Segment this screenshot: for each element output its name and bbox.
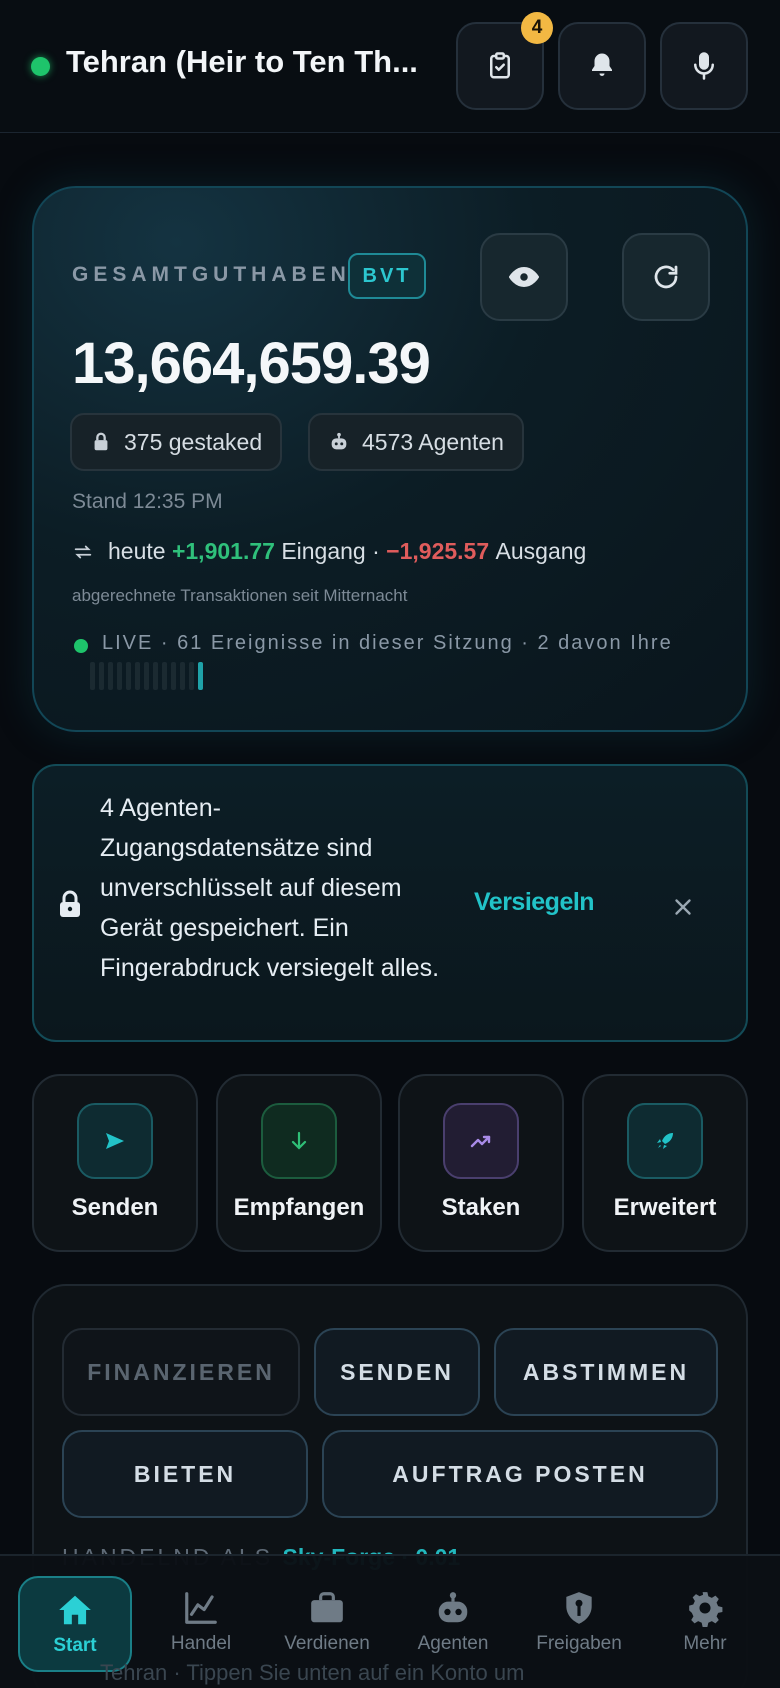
activity-sparkline bbox=[90, 662, 203, 690]
nav-label-start: Start bbox=[53, 1635, 97, 1656]
microphone-icon bbox=[694, 52, 714, 80]
refresh-icon bbox=[654, 265, 678, 289]
agents-chip[interactable]: 4573 Agenten bbox=[308, 413, 524, 471]
incoming-label: Eingang · bbox=[281, 538, 380, 564]
refresh-button[interactable] bbox=[622, 233, 710, 321]
clipboard-check-icon bbox=[490, 52, 510, 79]
agents-chip-label: 4573 Agenten bbox=[362, 428, 504, 455]
advanced-label: Erweitert bbox=[613, 1194, 717, 1221]
nav-label-approvals: Freigaben bbox=[536, 1633, 622, 1654]
send-icon bbox=[106, 1133, 124, 1149]
settled-note: abgerechnete Transaktionen seit Mitterna… bbox=[72, 586, 408, 605]
last-updated: Stand 12:35 PM bbox=[72, 490, 223, 513]
currency-pill[interactable]: BVT bbox=[348, 253, 426, 299]
fund-button[interactable]: FINANZIEREN bbox=[62, 1328, 300, 1416]
outgoing-amount: −1,925.57 bbox=[386, 538, 490, 564]
seal-button[interactable]: Versiegeln bbox=[474, 888, 595, 917]
obscured-footer-text: Tehran · Tippen Sie unten auf ein Konto … bbox=[100, 1660, 525, 1685]
stake-label: Staken bbox=[441, 1194, 521, 1221]
live-events-text: LIVE · 61 Ereignisse in dieser Sitzung ·… bbox=[102, 632, 673, 654]
total-balance-label: GESAMTGUTHABEN bbox=[72, 263, 351, 286]
lock-icon bbox=[60, 890, 80, 917]
vote-button[interactable]: ABSTIMMEN bbox=[494, 1328, 718, 1416]
receive-label: Empfangen bbox=[233, 1194, 365, 1221]
nav-label-earn: Verdienen bbox=[284, 1633, 370, 1654]
bell-icon bbox=[592, 53, 612, 76]
today-flow: heute +1,901.77 Eingang · −1,925.57 Ausg… bbox=[72, 538, 586, 565]
voice-button[interactable] bbox=[660, 22, 748, 110]
chart-line-icon bbox=[185, 1592, 217, 1624]
rocket-icon bbox=[657, 1133, 673, 1149]
nav-item-more[interactable]: Mehr bbox=[650, 1576, 760, 1668]
balance-amount: 13,664,659.39 bbox=[72, 331, 431, 396]
outgoing-label: Ausgang bbox=[495, 538, 587, 564]
stake-quick-action[interactable]: Staken bbox=[398, 1074, 564, 1252]
incoming-amount: +1,901.77 bbox=[171, 538, 275, 564]
nav-item-earn[interactable]: Verdienen bbox=[272, 1576, 382, 1668]
trending-up-icon bbox=[470, 1135, 491, 1148]
send-icon-tile bbox=[77, 1103, 153, 1179]
notifications-button[interactable] bbox=[558, 22, 646, 110]
staked-chip-label: 375 gestaked bbox=[124, 428, 263, 455]
online-status-dot bbox=[31, 57, 50, 76]
swap-arrows-icon bbox=[74, 545, 92, 558]
tasks-count-badge: 4 bbox=[521, 12, 553, 44]
briefcase-icon bbox=[311, 1592, 343, 1623]
gear-icon bbox=[689, 1592, 723, 1627]
robot-icon bbox=[331, 432, 347, 450]
security-warning-text: 4 Agenten-Zugangsdatensätze sind unversc… bbox=[100, 794, 440, 982]
post-order-button[interactable]: AUFTRAG POSTEN bbox=[322, 1430, 718, 1518]
send-action-button[interactable]: SENDEN bbox=[314, 1328, 480, 1416]
toggle-visibility-button[interactable] bbox=[480, 233, 568, 321]
balance-card: GESAMTGUTHABEN BVT 13,664,659.39 375 ges… bbox=[32, 186, 748, 732]
send-label: Senden bbox=[71, 1194, 159, 1221]
today-label: heute bbox=[108, 538, 166, 564]
nav-item-start[interactable]: Start bbox=[18, 1576, 132, 1672]
nav-item-approvals[interactable]: Freigaben bbox=[524, 1576, 634, 1668]
staked-chip[interactable]: 375 gestaked bbox=[70, 413, 283, 471]
close-icon[interactable] bbox=[670, 894, 696, 920]
arrow-down-icon bbox=[291, 1131, 307, 1150]
bid-button[interactable]: BIETEN bbox=[62, 1430, 308, 1518]
security-warning-banner: 4 Agenten-Zugangsdatensätze sind unversc… bbox=[32, 764, 748, 1042]
send-quick-action[interactable]: Senden bbox=[32, 1074, 198, 1252]
nav-label-agents: Agenten bbox=[417, 1633, 489, 1654]
nav-item-trade[interactable]: Handel bbox=[146, 1576, 256, 1668]
advanced-icon-tile bbox=[627, 1103, 703, 1179]
shield-key-icon bbox=[566, 1592, 592, 1624]
stake-icon-tile bbox=[443, 1103, 519, 1179]
nav-label-more: Mehr bbox=[683, 1633, 727, 1654]
top-bar: Tehran (Heir to Ten Th... 4 bbox=[0, 0, 780, 133]
receive-quick-action[interactable]: Empfangen bbox=[216, 1074, 382, 1252]
nav-label-trade: Handel bbox=[170, 1633, 232, 1654]
nav-item-agents[interactable]: Agenten bbox=[398, 1576, 508, 1668]
lock-icon bbox=[94, 432, 108, 451]
eye-icon bbox=[509, 266, 539, 288]
advanced-quick-action[interactable]: Erweitert bbox=[582, 1074, 748, 1252]
receive-icon-tile bbox=[261, 1103, 337, 1179]
home-icon bbox=[59, 1595, 91, 1625]
wallet-name[interactable]: Tehran (Heir to Ten Th... bbox=[66, 44, 436, 80]
live-indicator-dot bbox=[74, 639, 88, 653]
robot-icon bbox=[438, 1592, 468, 1623]
